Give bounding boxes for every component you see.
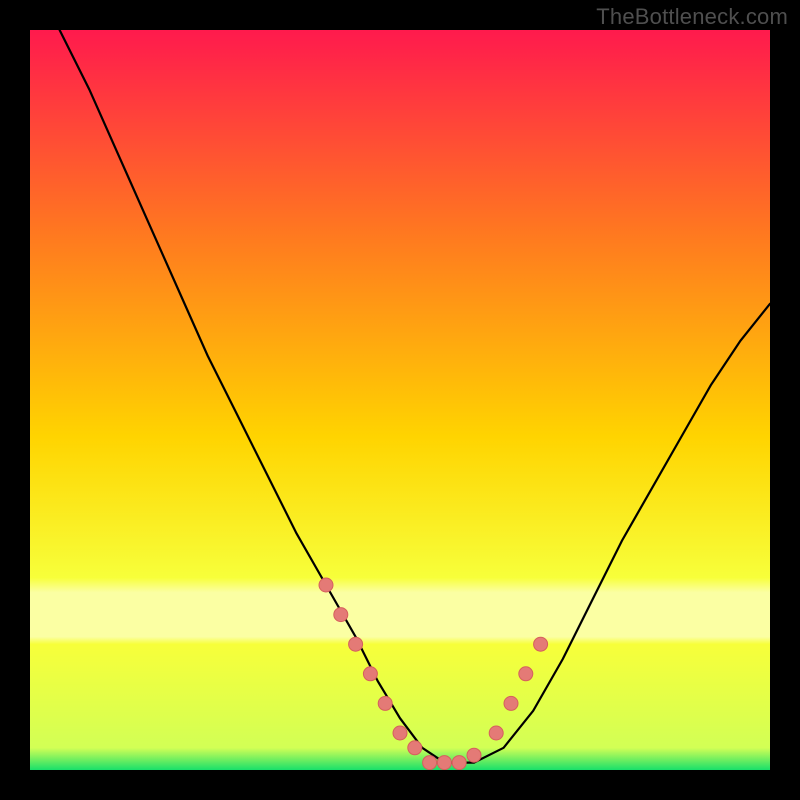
marker-dot — [534, 637, 548, 651]
marker-dot — [363, 667, 377, 681]
marker-dot — [519, 667, 533, 681]
marker-dot — [423, 756, 437, 770]
marker-dot — [319, 578, 333, 592]
marker-dot — [489, 726, 503, 740]
bottleneck-chart — [30, 30, 770, 770]
marker-dot — [467, 748, 481, 762]
marker-dot — [408, 741, 422, 755]
marker-dot — [437, 756, 451, 770]
marker-dot — [334, 608, 348, 622]
marker-dot — [393, 726, 407, 740]
marker-dot — [378, 696, 392, 710]
marker-dot — [349, 637, 363, 651]
chart-frame: TheBottleneck.com — [0, 0, 800, 800]
gradient-background — [30, 30, 770, 770]
watermark-text: TheBottleneck.com — [596, 4, 788, 30]
plot-area — [30, 30, 770, 770]
marker-dot — [504, 696, 518, 710]
marker-dot — [452, 756, 466, 770]
